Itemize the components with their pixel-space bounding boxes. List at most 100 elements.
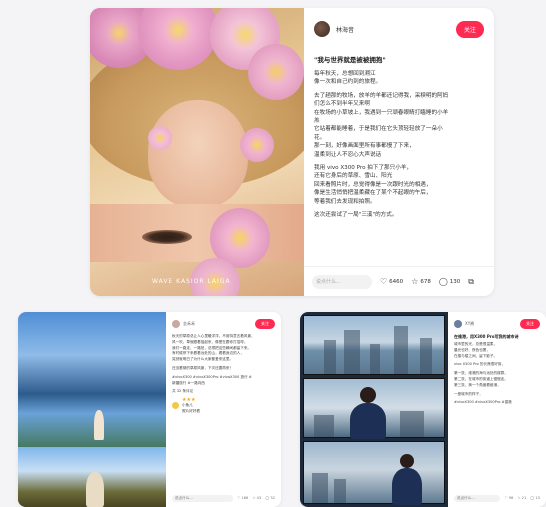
collect-count: 678 [420,278,431,285]
comment-icon: ◯ [438,277,448,286]
building [312,473,328,503]
author-row: 金禾禾 关注 [172,318,275,330]
woman-face [148,100,248,208]
avatar[interactable] [454,320,462,328]
building [400,411,424,437]
post-title: 在维港，用X300 Pro写我的城市诗 [454,334,519,339]
person-head [360,387,376,403]
heart-icon: ♡ [380,277,388,286]
post-line: #vivoX300 #vivoX300Pro #香港 [454,400,512,405]
post-line: 像是生活悄悄把温柔藏在了某个不起眼的午后， [314,190,432,197]
post-line: 像一次和自己约到的旅程。 [314,79,382,86]
building [314,415,334,437]
post-line: 温柔到让人不忍心大声说话 [314,151,382,158]
collect-button[interactable]: ☆ 678 [411,277,431,286]
author-row: XY酱 关注 [454,318,540,330]
comment-item[interactable]: ★★★ 小鱼儿 照片好好看 [172,397,275,415]
post-line: 每年秋天，总想回到溯江 [314,71,376,77]
follow-button[interactable]: 关注 [255,319,275,329]
photo-panel [303,378,445,439]
flower-decoration [148,126,172,150]
collect-value: 43 [256,496,262,500]
flower-decoration [240,128,274,162]
person-figure [86,472,104,507]
comment-text: 照片好好看 [182,408,200,413]
author-row: 林海音 关注 [314,18,484,40]
building [420,338,432,374]
person-head [400,454,414,468]
building [394,326,408,374]
comment-count[interactable]: ◯ 32 [265,496,275,500]
person-figure [392,468,422,505]
city-photo-collage[interactable] [300,312,448,507]
interaction-bar: 说点什么... ♡ 186 ☆ 43 ◯ 32 [172,493,275,503]
like-count: 6460 [389,278,404,285]
comment-value: 32 [270,496,275,500]
post-body: 城市里的光，总是很温柔， 晨光也好、夜色也罢， 在楼与楼之间，留下影子。 vivo X… [454,342,540,406]
comment-value: 15 [535,496,540,500]
post-body: 每年秋天，总想回到溯江 像一次和自己约到的旅程。去了趟那的牧场，放羊的羊都还记得我… [314,70,484,220]
post-card-left[interactable]: 金禾禾 关注 秋天的草原总让人心里暖洋洋，不用特意去看风景， 风一吹，草就跟着摇起… [18,312,281,507]
star-icon: ☆ [411,277,419,286]
comment-input[interactable]: 说点什么... [454,494,501,502]
post-line: 回来看照片时，总觉得像是一次跟时光的相遇， [314,181,432,188]
eye [142,230,192,244]
post-card-right[interactable]: XY酱 关注 在维港，用X300 Pro写我的城市诗 城市里的光，总是很温柔，晨… [300,312,546,507]
post-body: 秋天的草原总让人心里暖洋洋，不用特意去看风景， 风一吹，草就跟着摇起来，像是在跟你… [172,334,275,395]
comment-count[interactable]: ◯ 15 [530,496,540,500]
like-button[interactable]: ♡ 6460 [380,277,403,286]
post-content-right: XY酱 关注 在维港，用X300 Pro写我的城市诗 城市里的光，总是很温柔，晨… [448,312,546,507]
collect-count[interactable]: ☆ 21 [517,496,526,500]
post-line: 去了趟那的牧场，放羊的羊都还记得我，采秧明的阿妈 [314,92,449,99]
building [334,479,346,503]
follow-button[interactable]: 关注 [520,319,540,329]
person-figure [350,403,386,439]
photo-panel [303,315,445,375]
comment-input[interactable]: 说点什么... [312,274,372,289]
flower-decoration [248,44,304,100]
grassland-photo[interactable] [18,312,166,507]
photo-panel [303,441,445,505]
main-post-photo[interactable]: WAVE KASIOR LAIGA [90,8,304,296]
avatar[interactable] [172,320,180,328]
post-line: 在牧场的小草坡上，我遇到一只顽春眼睛打瞌睡的小羊 [314,109,449,116]
post-line: 等着我们去发现和拍照。 [314,198,376,205]
avatar[interactable] [314,21,330,37]
post-line: 羔 [314,118,320,125]
share-button[interactable]: ⧉ [468,277,476,287]
interaction-bar: 说点什么... ♡ 6460 ☆ 678 ◯ 130 ⧉ [304,266,494,296]
photo-watermark: WAVE KASIOR LAIGA [152,278,231,285]
building [370,344,380,374]
person-figure [94,410,104,440]
main-post-card[interactable]: WAVE KASIOR LAIGA 林海音 关注 "我与世界就是被被拥抱" 每年… [90,8,494,296]
like-value: 98 [508,496,514,500]
main-post-content: 林海音 关注 "我与世界就是被被拥抱" 每年秋天，总想回到溯江 像一次和自己约到的… [304,8,494,296]
post-line: 还有它身后的草原、雪山、阳光 [314,173,393,180]
post-line: 花。 [314,134,326,141]
comment-button[interactable]: ◯ 130 [439,277,460,286]
collect-count[interactable]: ☆ 43 [252,496,261,500]
building [324,340,336,374]
author-name[interactable]: 林海音 [336,25,456,34]
author-name[interactable]: XY酱 [465,321,520,327]
collect-value: 21 [521,496,527,500]
comment-input[interactable]: 说点什么... [172,494,234,502]
author-name[interactable]: 金禾禾 [183,321,255,327]
like-count[interactable]: ♡ 186 [237,496,248,500]
post-line: 那一刻，好像画面里所有事都慢了下来， [314,143,415,150]
post-title: "我与世界就是被被拥抱" [314,56,386,64]
interaction-bar: 说点什么... ♡ 98 ☆ 21 ◯ 15 [454,493,540,503]
comment-count: 130 [449,278,461,285]
post-line: 共 32 条评论 [172,389,194,394]
post-line: 我用 vivo X300 Pro 拍下了那只小羊， [314,165,413,172]
post-content-left: 金禾禾 关注 秋天的草原总让人心里暖洋洋，不用特意去看风景， 风一吹，草就跟着摇起… [166,312,281,507]
post-line: 它站着都能睡着，于是我们在它头顶轻轻放了一朵小 [314,126,443,133]
post-line: 这次还尝试了一局"三溪"的方式。 [314,212,398,219]
like-value: 186 [241,496,249,500]
like-count[interactable]: ♡ 98 [504,496,513,500]
avatar [172,402,179,410]
share-icon: ⧉ [468,276,475,286]
post-line: 们怎么不到半年又来啊 [314,101,370,108]
building [344,330,360,374]
follow-button[interactable]: 关注 [455,20,484,38]
